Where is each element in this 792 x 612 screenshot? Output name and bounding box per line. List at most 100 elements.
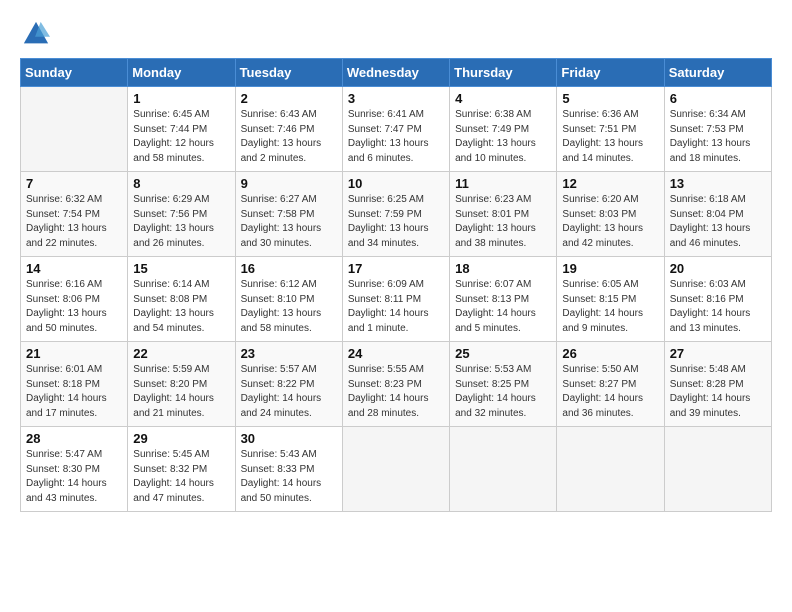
day-number: 10: [348, 176, 444, 191]
calendar-cell: 18Sunrise: 6:07 AMSunset: 8:13 PMDayligh…: [450, 257, 557, 342]
day-number: 11: [455, 176, 551, 191]
day-info: Sunrise: 5:50 AMSunset: 8:27 PMDaylight:…: [562, 363, 658, 421]
calendar-cell: 3 Sunrise: 6:41 AMSunset: 7:47 PMDaylight…: [342, 87, 449, 172]
day-number: 17: [348, 261, 444, 276]
day-number: 9: [241, 176, 337, 191]
day-number: 14: [26, 261, 122, 276]
calendar-cell: [557, 427, 664, 512]
calendar-cell: [450, 427, 557, 512]
day-info: Sunrise: 6:07 AMSunset: 8:13 PMDaylight:…: [455, 278, 551, 336]
calendar-cell: 16Sunrise: 6:12 AMSunset: 8:10 PMDayligh…: [235, 257, 342, 342]
logo: [20, 20, 50, 48]
calendar-cell: 10Sunrise: 6:25 AMSunset: 7:59 PMDayligh…: [342, 172, 449, 257]
day-info: Sunrise: 5:55 AMSunset: 8:23 PMDaylight:…: [348, 363, 444, 421]
day-number: 22: [133, 346, 229, 361]
calendar-cell: 23 Sunrise: 5:57 AMSunset: 8:22 PMDayligh…: [235, 342, 342, 427]
day-info: Sunrise: 6:03 AMSunset: 8:16 PMDaylight:…: [670, 278, 766, 336]
day-info: Sunrise: 5:57 AMSunset: 8:22 PMDaylight:…: [241, 363, 337, 421]
day-info: Sunrise: 6:14 AMSunset: 8:08 PMDaylight:…: [133, 278, 229, 336]
day-number: 5: [562, 91, 658, 106]
day-number: 23: [241, 346, 337, 361]
day-number: 12: [562, 176, 658, 191]
day-info: Sunrise: 6:09 AMSunset: 8:11 PMDaylight:…: [348, 278, 444, 336]
header-cell-friday: Friday: [557, 59, 664, 87]
day-number: 21: [26, 346, 122, 361]
day-number: 16: [241, 261, 337, 276]
calendar-cell: 13 Sunrise: 6:18 AMSunset: 8:04 PMDayligh…: [664, 172, 771, 257]
calendar-cell: 29Sunrise: 5:45 AMSunset: 8:32 PMDayligh…: [128, 427, 235, 512]
day-number: 8: [133, 176, 229, 191]
calendar-cell: [21, 87, 128, 172]
calendar-cell: 9 Sunrise: 6:27 AMSunset: 7:58 PMDaylight…: [235, 172, 342, 257]
calendar-cell: 2 Sunrise: 6:43 AMSunset: 7:46 PMDaylight…: [235, 87, 342, 172]
day-info: Sunrise: 6:23 AMSunset: 8:01 PMDaylight:…: [455, 193, 551, 251]
day-info: Sunrise: 6:05 AMSunset: 8:15 PMDaylight:…: [562, 278, 658, 336]
logo-icon: [22, 20, 50, 48]
calendar-cell: 17 Sunrise: 6:09 AMSunset: 8:11 PMDayligh…: [342, 257, 449, 342]
day-info: Sunrise: 6:43 AMSunset: 7:46 PMDaylight:…: [241, 108, 337, 166]
calendar-week-4: 28 Sunrise: 5:47 AMSunset: 8:30 PMDayligh…: [21, 427, 772, 512]
day-info: Sunrise: 5:59 AMSunset: 8:20 PMDaylight:…: [133, 363, 229, 421]
calendar-cell: 25 Sunrise: 5:53 AMSunset: 8:25 PMDayligh…: [450, 342, 557, 427]
day-number: 3: [348, 91, 444, 106]
calendar-cell: 20 Sunrise: 6:03 AMSunset: 8:16 PMDayligh…: [664, 257, 771, 342]
day-number: 30: [241, 431, 337, 446]
day-info: Sunrise: 6:38 AMSunset: 7:49 PMDaylight:…: [455, 108, 551, 166]
calendar-table: SundayMondayTuesdayWednesdayThursdayFrid…: [20, 58, 772, 512]
calendar-cell: 7Sunrise: 6:32 AMSunset: 7:54 PMDaylight…: [21, 172, 128, 257]
day-info: Sunrise: 5:53 AMSunset: 8:25 PMDaylight:…: [455, 363, 551, 421]
calendar-week-2: 14 Sunrise: 6:16 AMSunset: 8:06 PMDayligh…: [21, 257, 772, 342]
calendar-cell: 19 Sunrise: 6:05 AMSunset: 8:15 PMDayligh…: [557, 257, 664, 342]
header-cell-wednesday: Wednesday: [342, 59, 449, 87]
day-number: 20: [670, 261, 766, 276]
day-info: Sunrise: 6:41 AMSunset: 7:47 PMDaylight:…: [348, 108, 444, 166]
day-number: 28: [26, 431, 122, 446]
day-info: Sunrise: 6:45 AMSunset: 7:44 PMDaylight:…: [133, 108, 229, 166]
calendar-cell: 26 Sunrise: 5:50 AMSunset: 8:27 PMDayligh…: [557, 342, 664, 427]
day-info: Sunrise: 6:16 AMSunset: 8:06 PMDaylight:…: [26, 278, 122, 336]
day-number: 4: [455, 91, 551, 106]
calendar-cell: 27 Sunrise: 5:48 AMSunset: 8:28 PMDayligh…: [664, 342, 771, 427]
day-info: Sunrise: 5:47 AMSunset: 8:30 PMDaylight:…: [26, 448, 122, 506]
header-cell-tuesday: Tuesday: [235, 59, 342, 87]
calendar-cell: 4 Sunrise: 6:38 AMSunset: 7:49 PMDaylight…: [450, 87, 557, 172]
day-info: Sunrise: 6:18 AMSunset: 8:04 PMDaylight:…: [670, 193, 766, 251]
day-number: 27: [670, 346, 766, 361]
day-number: 25: [455, 346, 551, 361]
day-number: 2: [241, 91, 337, 106]
day-number: 13: [670, 176, 766, 191]
calendar-week-1: 7Sunrise: 6:32 AMSunset: 7:54 PMDaylight…: [21, 172, 772, 257]
day-number: 15: [133, 261, 229, 276]
day-number: 6: [670, 91, 766, 106]
day-info: Sunrise: 6:29 AMSunset: 7:56 PMDaylight:…: [133, 193, 229, 251]
day-info: Sunrise: 5:45 AMSunset: 8:32 PMDaylight:…: [133, 448, 229, 506]
calendar-cell: 1 Sunrise: 6:45 AMSunset: 7:44 PMDaylight…: [128, 87, 235, 172]
calendar-cell: 15 Sunrise: 6:14 AMSunset: 8:08 PMDayligh…: [128, 257, 235, 342]
day-number: 19: [562, 261, 658, 276]
header-cell-monday: Monday: [128, 59, 235, 87]
day-info: Sunrise: 5:43 AMSunset: 8:33 PMDaylight:…: [241, 448, 337, 506]
calendar-cell: 11 Sunrise: 6:23 AMSunset: 8:01 PMDayligh…: [450, 172, 557, 257]
calendar-cell: 8 Sunrise: 6:29 AMSunset: 7:56 PMDaylight…: [128, 172, 235, 257]
calendar-cell: [342, 427, 449, 512]
day-number: 24: [348, 346, 444, 361]
day-info: Sunrise: 5:48 AMSunset: 8:28 PMDaylight:…: [670, 363, 766, 421]
day-info: Sunrise: 6:36 AMSunset: 7:51 PMDaylight:…: [562, 108, 658, 166]
header: [20, 20, 772, 48]
calendar-cell: 14 Sunrise: 6:16 AMSunset: 8:06 PMDayligh…: [21, 257, 128, 342]
day-number: 1: [133, 91, 229, 106]
day-info: Sunrise: 6:27 AMSunset: 7:58 PMDaylight:…: [241, 193, 337, 251]
calendar-cell: 22 Sunrise: 5:59 AMSunset: 8:20 PMDayligh…: [128, 342, 235, 427]
header-cell-saturday: Saturday: [664, 59, 771, 87]
calendar-cell: 21 Sunrise: 6:01 AMSunset: 8:18 PMDayligh…: [21, 342, 128, 427]
calendar-header-row: SundayMondayTuesdayWednesdayThursdayFrid…: [21, 59, 772, 87]
calendar-week-3: 21 Sunrise: 6:01 AMSunset: 8:18 PMDayligh…: [21, 342, 772, 427]
day-info: Sunrise: 6:20 AMSunset: 8:03 PMDaylight:…: [562, 193, 658, 251]
calendar-week-0: 1 Sunrise: 6:45 AMSunset: 7:44 PMDaylight…: [21, 87, 772, 172]
header-cell-thursday: Thursday: [450, 59, 557, 87]
day-info: Sunrise: 6:32 AMSunset: 7:54 PMDaylight:…: [26, 193, 122, 251]
day-number: 26: [562, 346, 658, 361]
day-info: Sunrise: 6:01 AMSunset: 8:18 PMDaylight:…: [26, 363, 122, 421]
calendar-cell: 12 Sunrise: 6:20 AMSunset: 8:03 PMDayligh…: [557, 172, 664, 257]
calendar-cell: 6Sunrise: 6:34 AMSunset: 7:53 PMDaylight…: [664, 87, 771, 172]
